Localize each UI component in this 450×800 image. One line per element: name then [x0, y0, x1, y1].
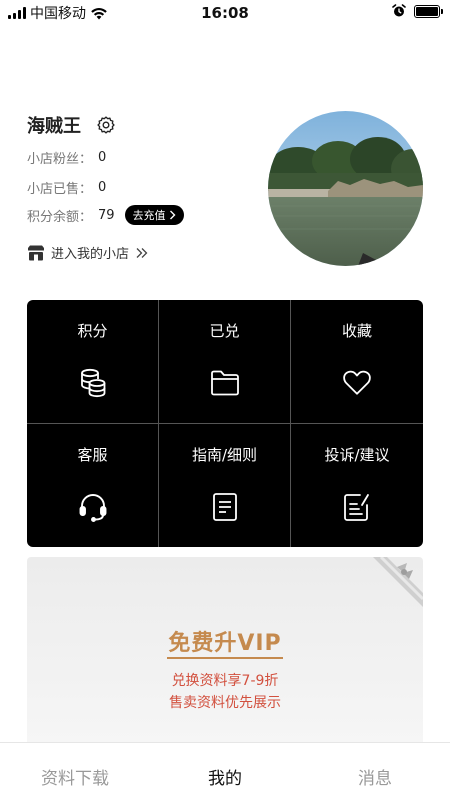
recharge-button[interactable]: 去充值	[124, 205, 184, 225]
menu-item-label: 指南/细则	[191, 445, 258, 464]
vip-benefit-priority: 售卖资料优先展示	[169, 695, 281, 711]
vip-title-underline	[167, 657, 283, 659]
menu-item-redeemed[interactable]: 已兑	[159, 300, 291, 424]
coins-icon	[78, 368, 108, 398]
avatar-image	[268, 111, 423, 266]
double-chevron-right-icon	[136, 247, 148, 258]
menu-item-label: 已兑	[209, 322, 240, 340]
menu-item-label: 收藏	[341, 322, 372, 340]
menu-item-label: 积分	[77, 322, 108, 340]
tab-bar: 资料下载 我的 消息	[0, 742, 450, 800]
edit-note-icon	[342, 492, 372, 522]
tab-messages[interactable]: 消息	[300, 743, 450, 800]
sold-label: 小店已售：	[27, 182, 93, 197]
username: 海贼王	[27, 116, 81, 137]
menu-item-label: 客服	[77, 445, 108, 464]
fans-value: 0	[98, 150, 107, 165]
points-row: 积分余额： 79 去充值	[27, 205, 184, 225]
username-row: 海贼王	[27, 112, 117, 138]
menu-item-feedback[interactable]: 投诉/建议	[291, 424, 423, 548]
headset-icon	[78, 492, 108, 522]
settings-button[interactable]	[95, 114, 117, 136]
enter-shop-link[interactable]: 进入我的小店	[27, 243, 149, 262]
chevron-right-icon	[169, 210, 176, 220]
shop-icon	[28, 245, 44, 260]
menu-item-customer-service[interactable]: 客服	[27, 423, 159, 547]
menu-item-points[interactable]: 积分	[27, 300, 159, 424]
battery-icon	[414, 4, 443, 18]
vip-title: 免费升VIP	[168, 631, 282, 656]
points-label: 积分余额：	[27, 209, 93, 225]
menu-item-label: 投诉/建议	[324, 445, 390, 464]
gear-icon	[97, 116, 115, 134]
alarm-icon	[392, 4, 406, 17]
menu-grid: 积分 已兑 收藏 客服 指南/细则 投诉/建议	[27, 300, 423, 547]
heart-icon	[342, 368, 372, 398]
sold-value: 0	[98, 180, 107, 195]
recharge-label: 去充值	[132, 209, 166, 222]
points-value: 79	[98, 207, 115, 223]
fans-label: 小店粉丝：	[27, 152, 93, 167]
menu-item-favorites[interactable]: 收藏	[291, 300, 423, 424]
sold-row: 小店已售： 0	[27, 178, 106, 197]
vip-benefit-discount: 兑换资料享7-9折	[171, 673, 279, 689]
document-icon	[210, 492, 240, 522]
ribbon-icon	[373, 557, 423, 607]
enter-shop-label: 进入我的小店	[51, 247, 130, 262]
avatar[interactable]	[268, 111, 423, 266]
vip-banner[interactable]: 免费升VIP 兑换资料享7-9折 售卖资料优先展示	[27, 557, 423, 747]
folder-icon	[210, 368, 240, 398]
status-time: 16:08	[201, 4, 249, 22]
tab-download[interactable]: 资料下载	[0, 743, 150, 800]
status-bar: 中国移动 16:08	[0, 0, 450, 26]
status-right	[392, 4, 443, 18]
menu-item-guide[interactable]: 指南/细则	[159, 423, 291, 547]
fans-row: 小店粉丝： 0	[27, 148, 106, 167]
tab-mine[interactable]: 我的	[150, 743, 300, 800]
